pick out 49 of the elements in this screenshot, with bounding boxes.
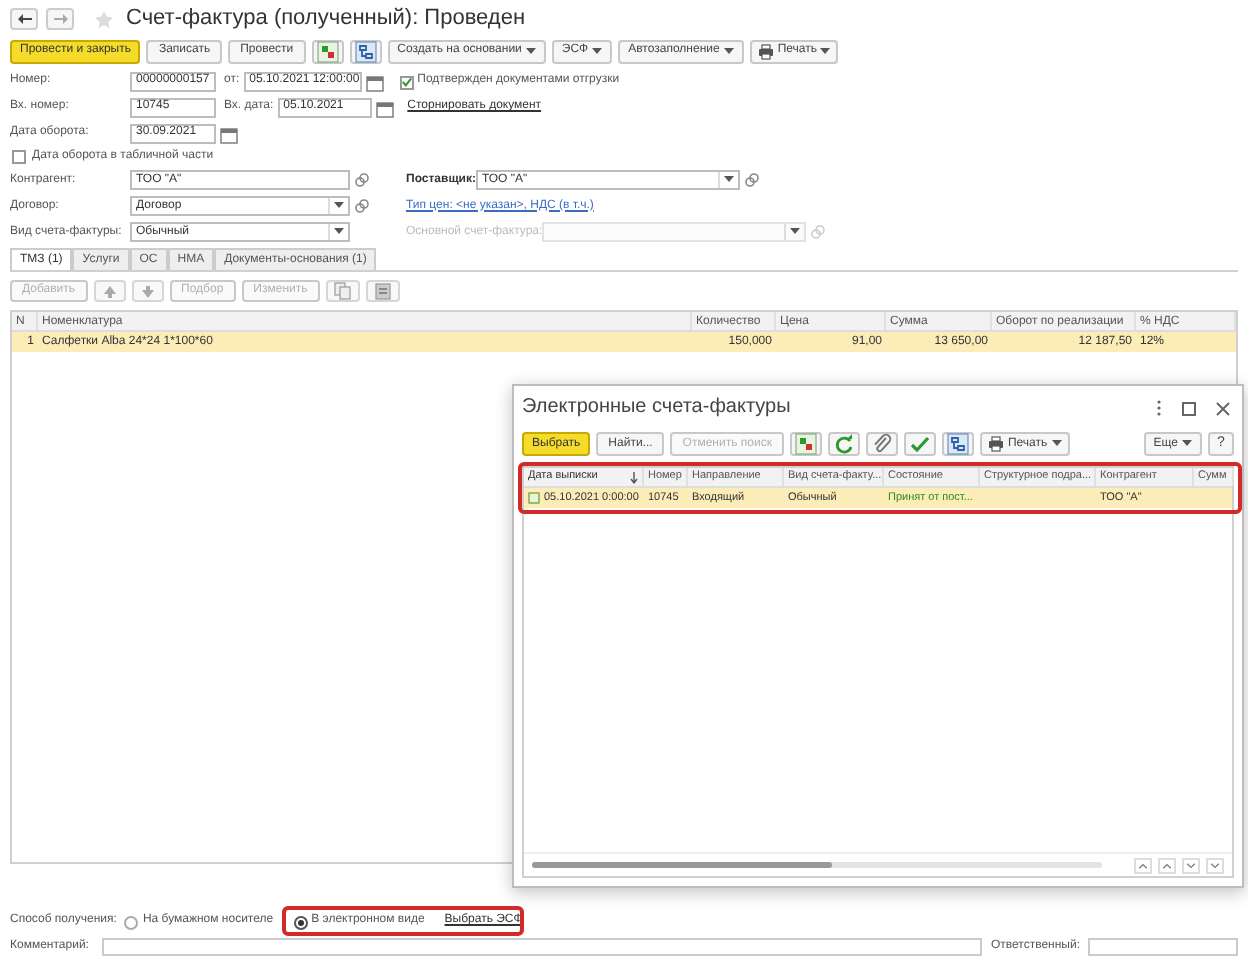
caret-icon [1051,440,1062,449]
caret-icon [820,47,831,55]
dialog-title: Электронные счета-фактуры [522,396,793,421]
sort-down-icon[interactable] [630,471,638,484]
caret-icon [525,47,536,55]
calendar-icon[interactable] [375,99,394,117]
star-icon[interactable] [94,9,114,29]
copy-icon[interactable] [333,282,352,301]
arrow-up-icon[interactable] [101,283,118,300]
comment-field[interactable] [102,938,983,956]
refresh-icon[interactable] [831,432,856,457]
debit-credit-icon[interactable] [315,39,340,63]
scroll-up-icon[interactable] [1134,857,1152,874]
paperclip-icon[interactable] [869,432,894,457]
close-icon[interactable] [1216,401,1230,416]
printer-icon [757,43,774,59]
scrollbar[interactable] [532,862,1102,869]
caret-icon [723,176,734,185]
checkbox[interactable] [399,75,414,89]
checkmark-icon[interactable] [907,432,932,457]
calendar-icon[interactable] [220,125,238,143]
radio-button[interactable] [124,915,139,929]
debit-credit-icon[interactable] [793,432,818,457]
window-title: Счет-фактура (полученный): Проведен [126,5,526,33]
radio-button[interactable] [293,915,308,929]
arrow-down-icon[interactable] [139,283,156,300]
caret-icon [592,47,603,55]
structure-icon[interactable] [945,432,970,457]
structure-icon[interactable] [353,39,378,63]
printer-icon [987,436,1004,453]
calendar-icon[interactable] [365,73,384,91]
more-icon[interactable] [1156,400,1162,417]
clipboard-icon[interactable] [373,282,392,301]
maximize-icon[interactable] [1182,401,1196,416]
responsible-field[interactable] [1088,938,1238,956]
caret-icon [1182,440,1192,449]
caret-icon [334,202,344,211]
back-button[interactable] [10,8,38,30]
checkbox[interactable] [12,150,26,165]
arrow-left-icon [17,14,31,24]
caret-icon [790,228,801,237]
document-icon [528,492,540,505]
scroll-down-icon[interactable] [1182,857,1200,874]
arrow-right-icon [53,14,67,24]
scroll-down-icon[interactable] [1206,857,1224,874]
scroll-up-icon[interactable] [1158,857,1176,874]
open-link-icon[interactable] [743,172,760,189]
caret-icon [334,228,344,237]
caret-icon [723,47,734,55]
